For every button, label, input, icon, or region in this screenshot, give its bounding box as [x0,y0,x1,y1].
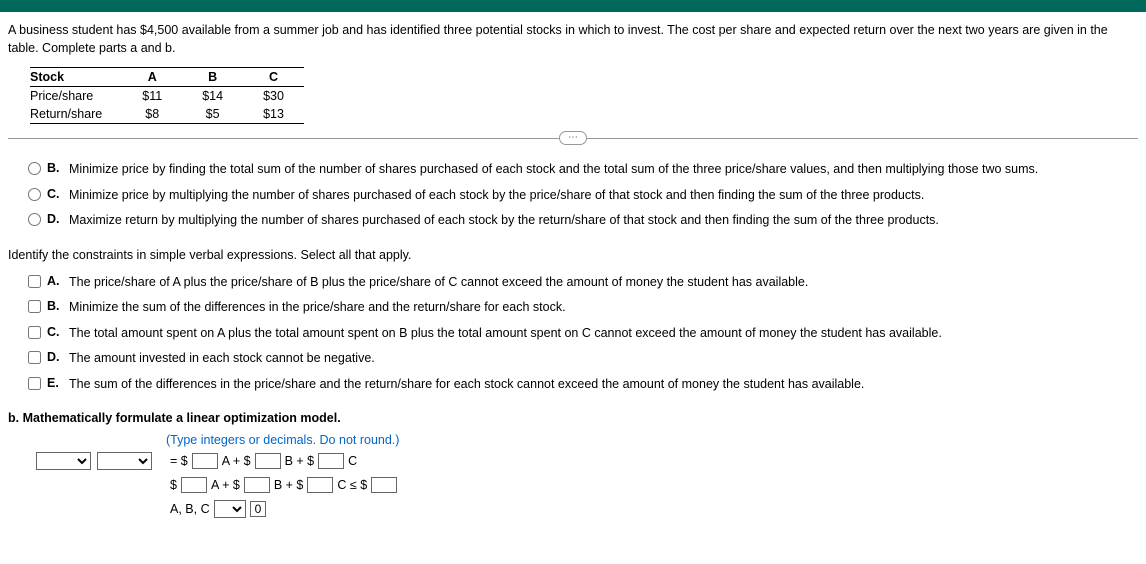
eq-text: B + $ [274,478,304,492]
td-val: $13 [243,105,304,124]
nonneg-row: A, B, C 0 [36,499,1138,519]
problem-content: A business student has $4,500 available … [0,12,1146,533]
check-e[interactable] [28,377,41,390]
th-a: A [122,68,182,87]
check-d[interactable] [28,351,41,364]
option-text: Minimize the sum of the differences in t… [69,299,1138,317]
check-row-d: D. The amount invested in each stock can… [8,346,1138,372]
coef-b-con[interactable] [244,477,270,493]
part-b-heading: b. Mathematically formulate a linear opt… [8,411,1138,425]
objective-select-2[interactable] [97,452,152,470]
expand-button[interactable]: ⋯ [559,131,587,145]
th-stock: Stock [30,68,122,87]
td-val: $5 [182,105,243,124]
radio-b[interactable] [28,162,41,175]
option-text: Minimize price by multiplying the number… [69,187,1138,205]
stock-table: Stock A B C Price/share $11 $14 $30 Retu… [30,67,304,124]
section-divider: ⋯ [8,138,1138,139]
eq-text: A + $ [222,454,251,468]
check-c[interactable] [28,326,41,339]
td-val: $14 [182,87,243,106]
eq-text: B + $ [285,454,315,468]
table-header-row: Stock A B C [30,68,304,87]
td-val: $11 [122,87,182,106]
nonneg-select[interactable] [214,500,246,518]
constraint-question: Identify the constraints in simple verba… [8,248,1138,262]
eq-text: A + $ [211,478,240,492]
coef-b-obj[interactable] [255,453,281,469]
th-b: B [182,68,243,87]
option-text: Minimize price by finding the total sum … [69,161,1138,179]
eq-text: C [348,454,357,468]
zero-literal: 0 [250,501,267,517]
option-row-d: D. Maximize return by multiplying the nu… [8,208,1138,234]
window-header-bar [0,0,1146,12]
rhs-con[interactable] [371,477,397,493]
th-c: C [243,68,304,87]
td-label: Price/share [30,87,122,106]
table-row: Price/share $11 $14 $30 [30,87,304,106]
option-letter: A. [47,274,63,288]
option-letter: E. [47,376,63,390]
option-letter: D. [47,212,63,226]
formulation-block: (Type integers or decimals. Do not round… [36,433,1138,519]
check-row-b: B. Minimize the sum of the differences i… [8,295,1138,321]
objective-select-1[interactable] [36,452,91,470]
td-val: $30 [243,87,304,106]
constraint-row: $ A + $ B + $ C ≤ $ [36,475,1138,495]
check-row-a: A. The price/share of A plus the price/s… [8,270,1138,296]
table-row: Return/share $8 $5 $13 [30,105,304,124]
radio-c[interactable] [28,188,41,201]
option-letter: C. [47,187,63,201]
eq-text: $ [170,478,177,492]
eq-text: = $ [170,454,188,468]
coef-a-obj[interactable] [192,453,218,469]
option-letter: D. [47,350,63,364]
option-letter: B. [47,161,63,175]
option-letter: C. [47,325,63,339]
option-row-c: C. Minimize price by multiplying the num… [8,183,1138,209]
input-hint: (Type integers or decimals. Do not round… [166,433,1138,447]
check-b[interactable] [28,300,41,313]
check-row-c: C. The total amount spent on A plus the … [8,321,1138,347]
td-label: Return/share [30,105,122,124]
option-text: Maximize return by multiplying the numbe… [69,212,1138,230]
objective-row: = $ A + $ B + $ C [36,451,1138,471]
option-row-b: B. Minimize price by finding the total s… [8,157,1138,183]
coef-c-obj[interactable] [318,453,344,469]
check-row-e: E. The sum of the differences in the pri… [8,372,1138,398]
eq-text: C ≤ $ [337,478,367,492]
option-letter: B. [47,299,63,313]
check-a[interactable] [28,275,41,288]
radio-options: B. Minimize price by finding the total s… [8,157,1138,234]
problem-statement: A business student has $4,500 available … [8,22,1138,57]
eq-text: A, B, C [170,502,210,516]
option-text: The price/share of A plus the price/shar… [69,274,1138,292]
option-text: The sum of the differences in the price/… [69,376,1138,394]
option-text: The amount invested in each stock cannot… [69,350,1138,368]
td-val: $8 [122,105,182,124]
checkbox-options: A. The price/share of A plus the price/s… [8,270,1138,398]
coef-c-con[interactable] [307,477,333,493]
radio-d[interactable] [28,213,41,226]
option-text: The total amount spent on A plus the tot… [69,325,1138,343]
coef-a-con[interactable] [181,477,207,493]
